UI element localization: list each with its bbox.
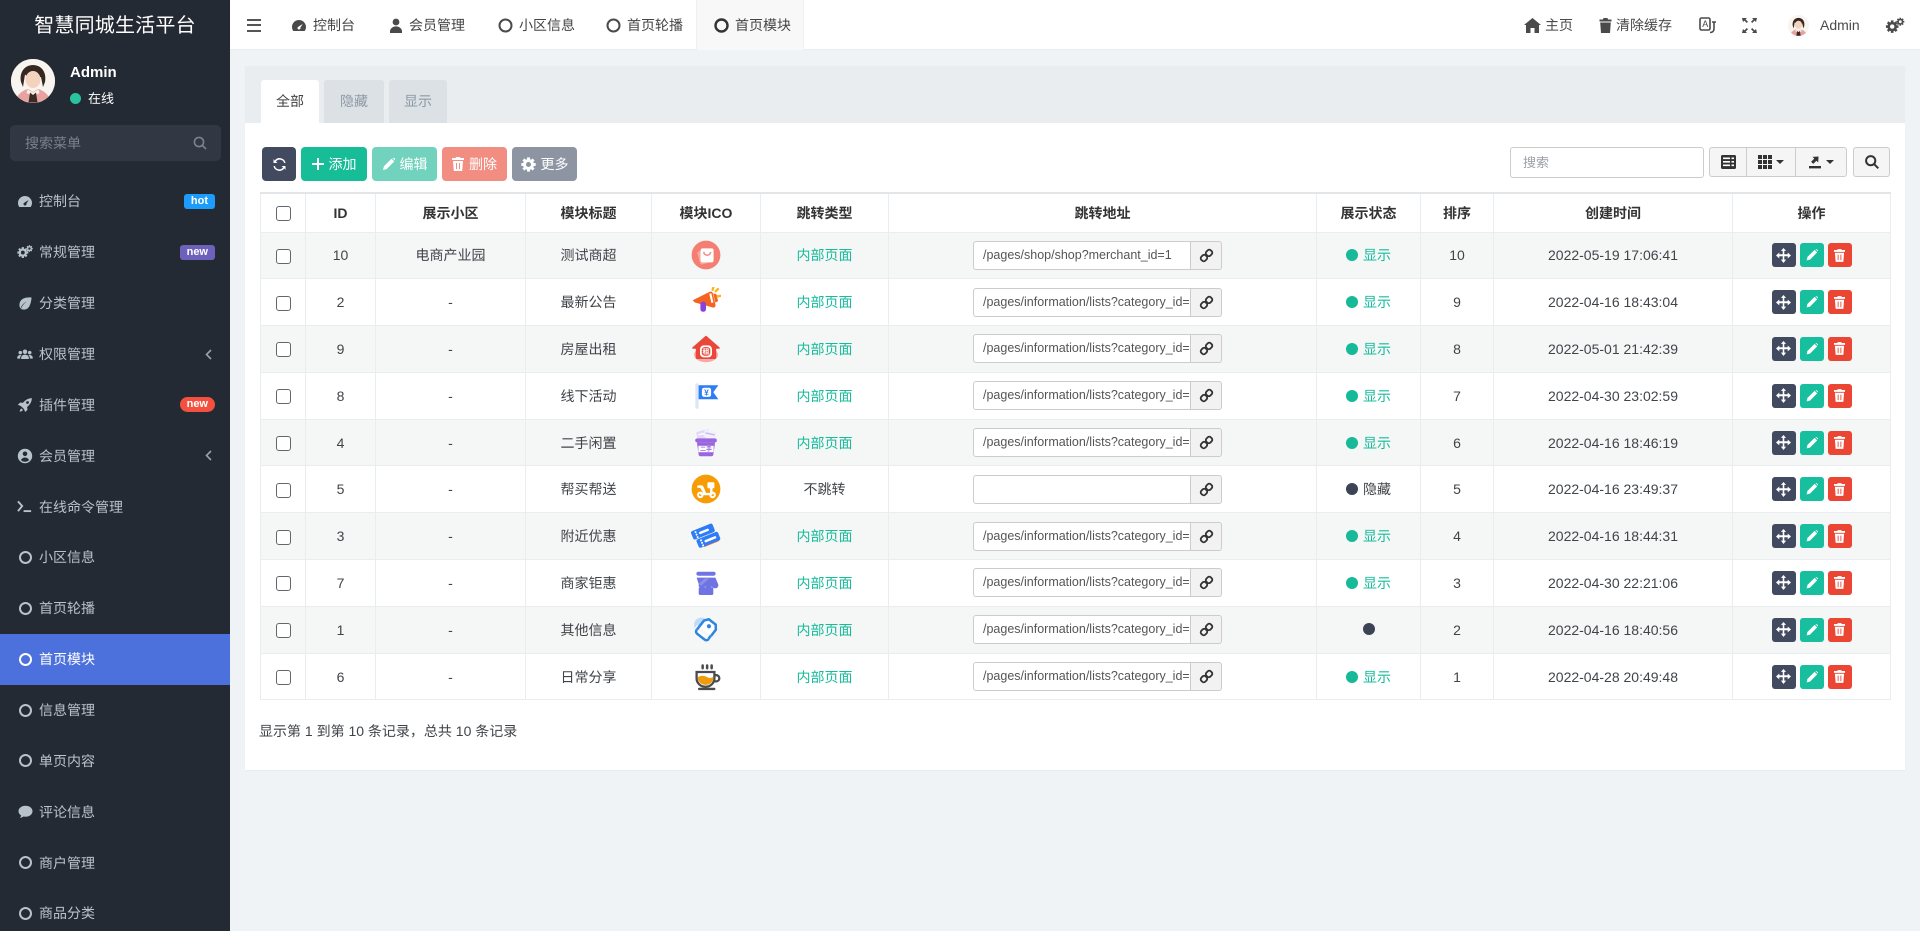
svg-text:租: 租 [703, 347, 710, 357]
svg-text:¥: ¥ [704, 387, 709, 397]
svg-text:二手: 二手 [700, 444, 712, 453]
svg-text:A: A [1702, 19, 1708, 29]
